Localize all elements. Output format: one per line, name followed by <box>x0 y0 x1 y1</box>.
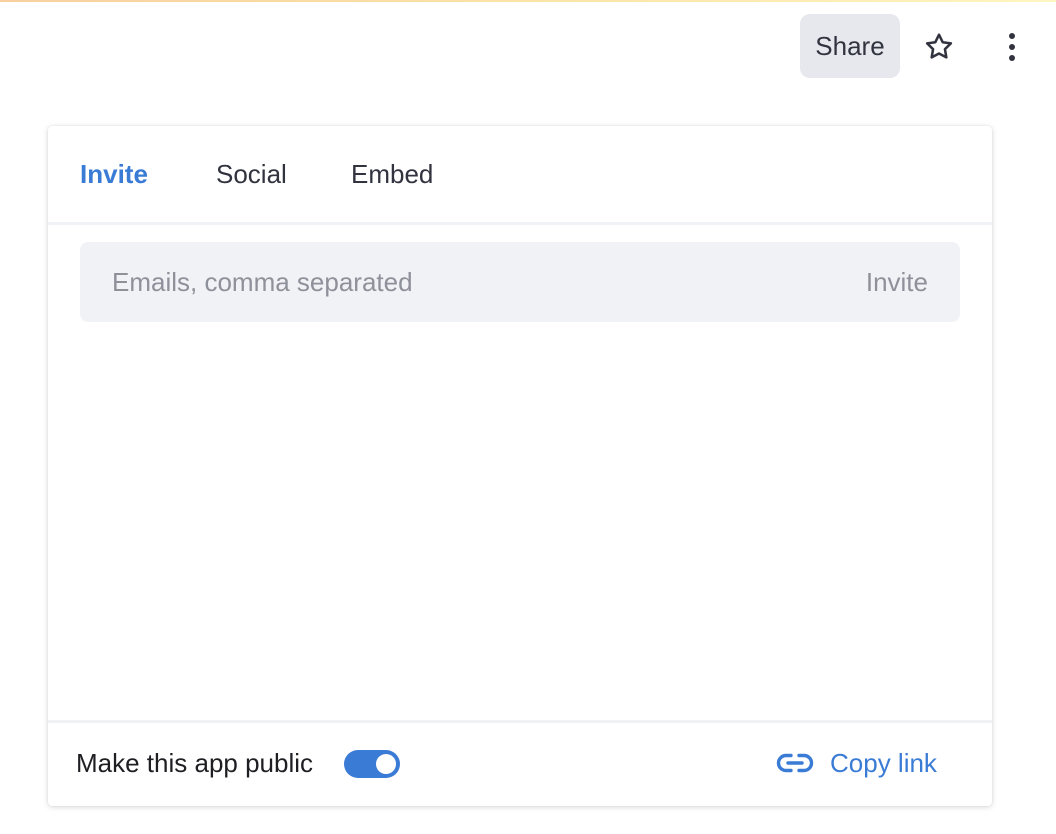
share-panel: Invite Social Embed Invite Make this app… <box>48 126 992 806</box>
share-button[interactable]: Share <box>800 14 900 78</box>
more-options-button[interactable] <box>990 24 1034 70</box>
header-actions: Share <box>0 14 1056 78</box>
share-panel-footer: Make this app public Copy link <box>48 720 992 809</box>
email-input[interactable] <box>80 242 820 322</box>
more-vertical-icon <box>1009 33 1015 61</box>
make-public-label: Make this app public <box>76 748 314 778</box>
invite-form: Invite <box>80 242 960 322</box>
share-tabs: Invite Social Embed <box>48 126 992 225</box>
copy-link-button[interactable]: Copy link <box>774 743 937 783</box>
tab-embed[interactable]: Embed <box>351 156 433 192</box>
star-icon <box>925 33 953 59</box>
invite-button[interactable]: Invite <box>866 264 928 300</box>
tab-invite[interactable]: Invite <box>80 156 148 192</box>
copy-link-label: Copy link <box>830 747 937 778</box>
favorite-button[interactable] <box>916 24 962 70</box>
make-public-toggle[interactable] <box>344 750 400 778</box>
top-accent-bar <box>0 0 1056 2</box>
toggle-knob <box>376 754 396 774</box>
tab-social[interactable]: Social <box>216 156 287 192</box>
link-icon <box>776 753 814 773</box>
